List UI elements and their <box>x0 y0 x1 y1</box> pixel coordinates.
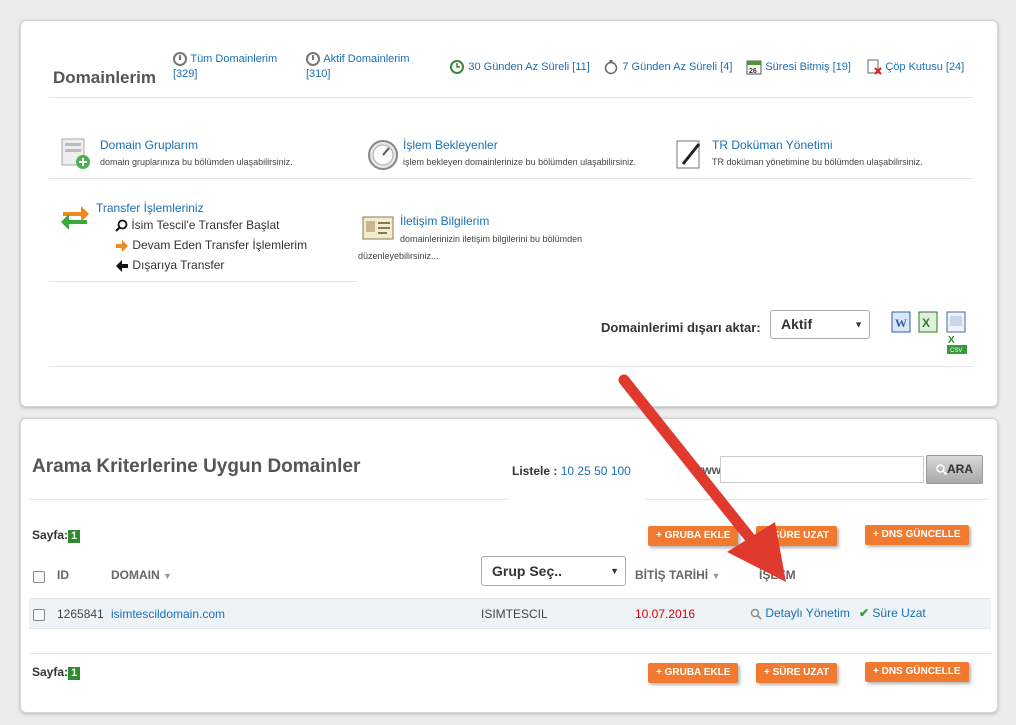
less-7-days-link[interactable]: 7 Günden Az Süreli [4] <box>603 59 732 75</box>
export-label: Domainlerimi dışarı aktar: <box>601 320 761 335</box>
search-icon <box>115 219 128 233</box>
text-export-icon[interactable] <box>946 311 966 333</box>
row-checkbox[interactable] <box>33 609 45 621</box>
search-input[interactable] <box>720 456 924 483</box>
stopwatch-icon <box>604 60 618 75</box>
trash-link[interactable]: Çöp Kutusu [24] <box>866 59 964 75</box>
transfer-arrows-icon <box>61 206 89 230</box>
clock-icon <box>306 51 320 66</box>
tr-docs-desc: TR doküman yönetimine bu bölümden ulaşab… <box>712 157 923 167</box>
stopwatch-icon <box>368 140 398 170</box>
all-domains-link[interactable]: Tüm Domainlerim [329] <box>173 51 277 80</box>
extend-link[interactable]: ✔ Süre Uzat <box>859 606 926 620</box>
search-results-panel: Arama Kriterlerine Uygun Domainler Liste… <box>20 418 998 713</box>
divider <box>29 499 509 500</box>
add-to-group-button-bottom[interactable]: + GRUBA EKLE <box>648 663 739 683</box>
group-select[interactable]: Grup Seç.. ▼ <box>481 556 626 586</box>
table-row: 1265841 isimtescildomain.com ISIMTESCIL … <box>29 598 991 629</box>
id-column-header: ID <box>57 568 69 582</box>
results-title: Arama Kriterlerine Uygun Domainler <box>32 456 361 477</box>
less-30-days-link[interactable]: 30 Günden Az Süreli [11] <box>449 59 590 75</box>
dns-update-button[interactable]: + DNS GÜNCELLE <box>865 525 969 545</box>
svg-text:X: X <box>948 335 955 346</box>
action-column-header: İŞLEM <box>759 568 796 582</box>
calendar-icon: 26 <box>746 60 762 75</box>
pagination-top: Sayfa: 1 <box>32 528 81 543</box>
contact-card-icon <box>362 216 394 240</box>
chevron-down-icon: ▼ <box>610 566 619 576</box>
domain-groups-desc: domain gruplarınıza bu bölümden ulaşabil… <box>100 157 293 167</box>
word-export-icon[interactable]: W <box>891 311 911 333</box>
page-size-selector: Listele : 10 25 50 100 <box>512 464 631 478</box>
pending-desc: işlem bekleyen domainlerinize bu bölümde… <box>403 157 637 167</box>
start-transfer-link[interactable]: İsim Tescil'e Transfer Başlat <box>115 218 279 233</box>
contact-info-desc-2: düzenleyebilirsiniz... <box>358 251 439 261</box>
pagination-bottom: Sayfa: 1 <box>32 665 81 680</box>
transfer-title[interactable]: Transfer İşlemleriniz <box>96 201 204 215</box>
page-title: Domainlerim <box>53 68 156 87</box>
export-status-select[interactable]: Aktif ▼ <box>770 310 870 339</box>
svg-text:CSV: CSV <box>950 348 962 354</box>
arrow-right-icon <box>116 239 128 252</box>
detail-management-link[interactable]: Detaylı Yönetim <box>750 606 850 620</box>
trash-doc-icon <box>867 59 882 75</box>
extend-duration-button[interactable]: + SÜRE UZAT <box>756 526 838 546</box>
divider <box>49 281 357 282</box>
row-expiry: 10.07.2016 <box>635 607 696 621</box>
excel-export-icon[interactable]: X <box>918 311 938 333</box>
expiry-column-header[interactable]: BİTİŞ TARİHİ ▼ <box>635 568 720 582</box>
ongoing-transfers-link[interactable]: Devam Eden Transfer İşlemlerim <box>115 238 307 252</box>
sort-down-icon: ▼ <box>163 571 172 581</box>
page-size-25[interactable]: 25 <box>577 464 590 478</box>
search-icon <box>936 464 947 476</box>
domains-panel: Domainlerim Tüm Domainlerim [329] Aktif … <box>20 20 998 407</box>
arrow-left-icon <box>116 259 128 272</box>
chevron-down-icon: ▼ <box>854 319 863 329</box>
page-size-50[interactable]: 50 <box>594 464 607 478</box>
magnifier-icon <box>750 608 762 620</box>
tr-docs-title[interactable]: TR Doküman Yönetimi <box>712 138 833 152</box>
page-size-100[interactable]: 100 <box>611 464 631 478</box>
domain-groups-title[interactable]: Domain Gruplarım <box>100 138 198 152</box>
select-all-checkbox[interactable] <box>33 571 45 583</box>
svg-text:W: W <box>895 316 907 330</box>
row-id: 1265841 <box>57 607 104 621</box>
svg-text:X: X <box>922 316 930 330</box>
page-size-10[interactable]: 10 <box>561 464 574 478</box>
expired-link[interactable]: 26 Süresi Bitmiş [19] <box>746 59 851 75</box>
divider <box>49 366 973 367</box>
clock-icon <box>173 51 187 66</box>
outbound-transfer-link[interactable]: Dışarıya Transfer <box>115 258 224 272</box>
extend-duration-button-bottom[interactable]: + SÜRE UZAT <box>756 663 838 683</box>
svg-text:26: 26 <box>749 68 757 75</box>
active-domains-link[interactable]: Aktif Domainlerim [310] <box>306 51 410 80</box>
document-pen-icon <box>676 140 701 169</box>
divider <box>49 97 973 98</box>
page-number[interactable]: 1 <box>68 667 81 680</box>
sort-down-icon: ▼ <box>711 571 721 581</box>
contact-info-desc: domainlerinizin iletişim bilgilerini bu … <box>400 234 583 244</box>
divider <box>645 499 989 500</box>
dns-update-button-bottom[interactable]: + DNS GÜNCELLE <box>865 662 969 682</box>
csv-export-icon[interactable]: X CSV <box>946 334 968 356</box>
divider <box>29 653 991 654</box>
domain-column-header[interactable]: DOMAIN ▼ <box>111 568 172 582</box>
row-group: ISIMTESCIL <box>481 607 548 621</box>
divider <box>49 178 973 179</box>
contact-info-title[interactable]: İletişim Bilgilerim <box>400 214 489 228</box>
pending-title[interactable]: İşlem Bekleyenler <box>403 138 498 152</box>
page-number[interactable]: 1 <box>68 530 81 543</box>
add-to-group-button[interactable]: + GRUBA EKLE <box>648 526 739 546</box>
group-add-icon <box>61 138 90 169</box>
search-button[interactable]: ARA <box>926 455 983 484</box>
row-domain-link[interactable]: isimtescildomain.com <box>111 607 225 621</box>
refresh-clock-icon <box>450 60 464 74</box>
check-icon: ✔ <box>859 606 870 620</box>
